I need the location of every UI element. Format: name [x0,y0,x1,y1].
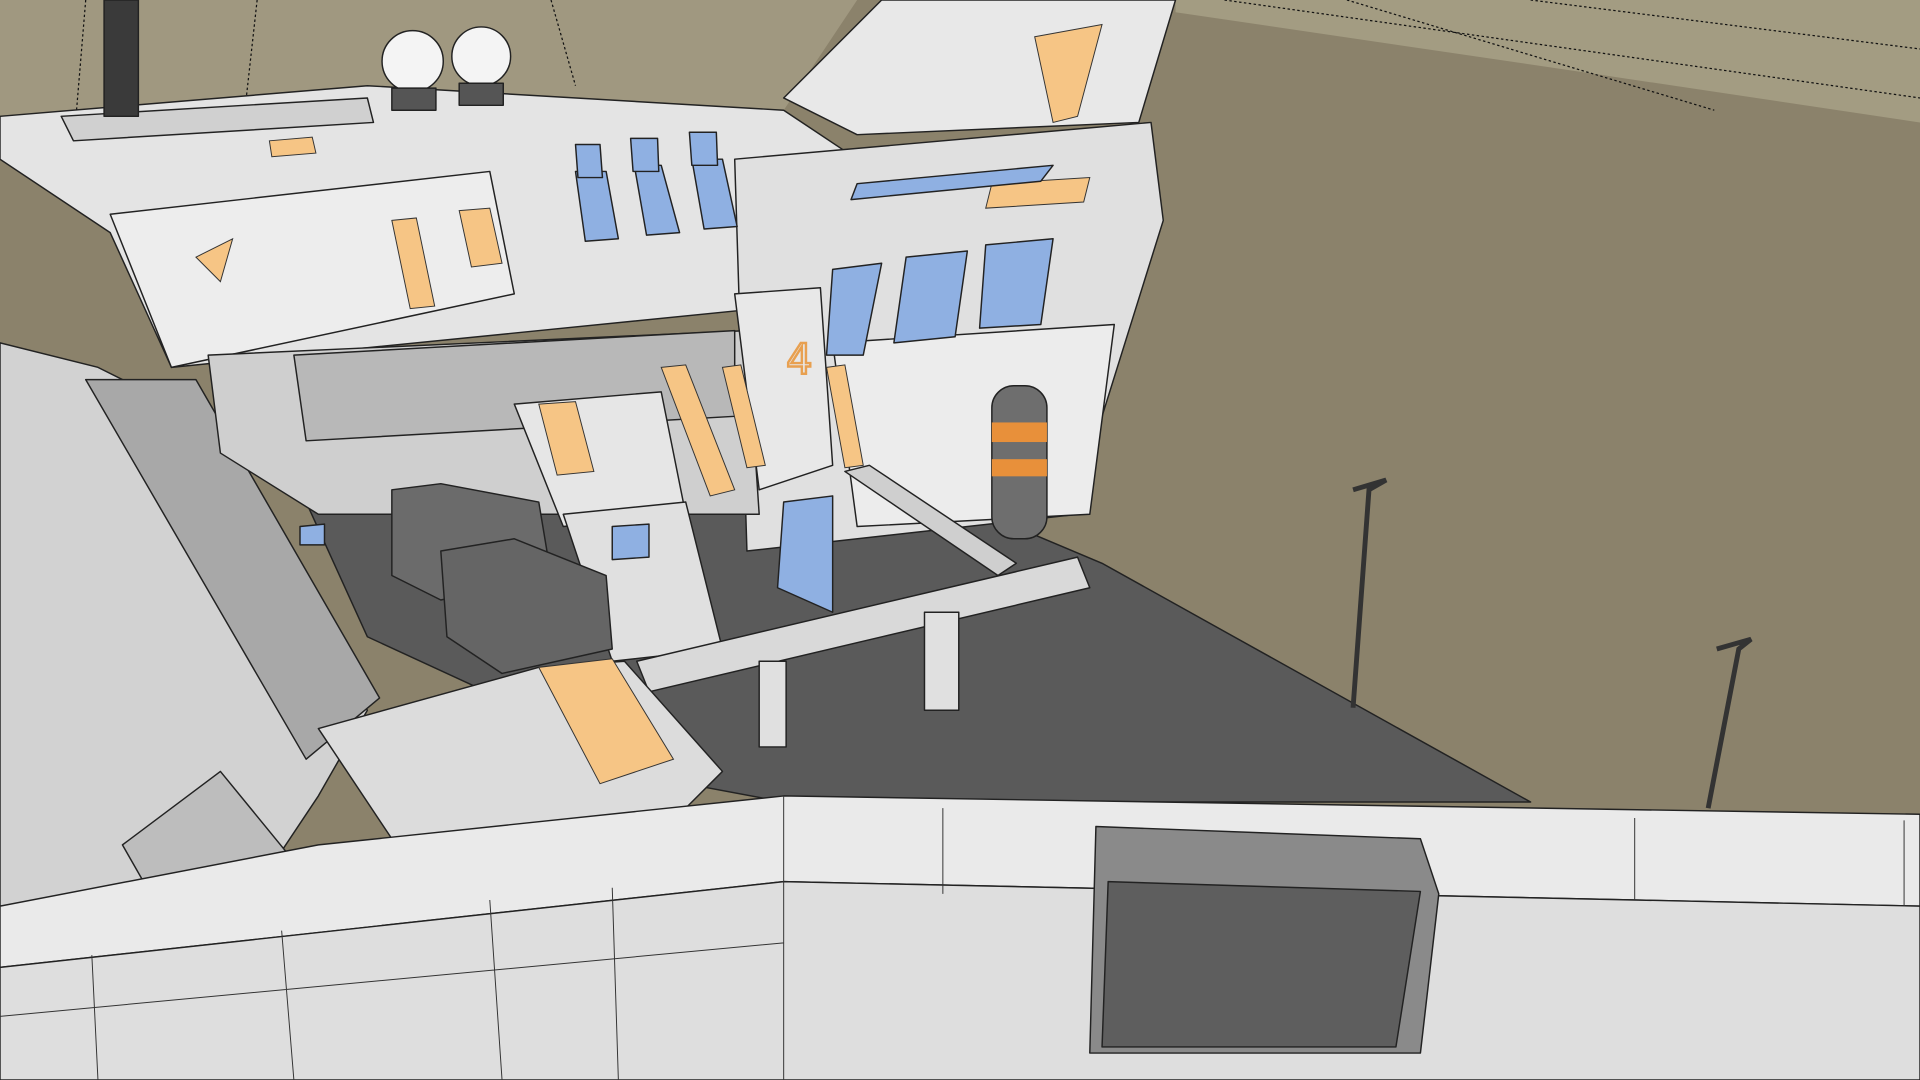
tower-wall-lower [831,323,1116,528]
painted-number-marking: 4 [786,334,812,383]
radar-dome-right [451,26,512,87]
bridge-support-2 [758,660,787,748]
fuel-tank-band [991,422,1047,443]
dome-base-right [458,82,504,107]
fuel-tank-band-2 [991,459,1047,477]
radar-dome-left [381,29,444,93]
antenna-mast [103,0,140,118]
3d-model-viewport[interactable]: 4 [0,0,1920,1080]
bridge-support [923,611,960,711]
dome-base-left [391,87,437,111]
hangar-door-opening [1101,880,1422,1048]
